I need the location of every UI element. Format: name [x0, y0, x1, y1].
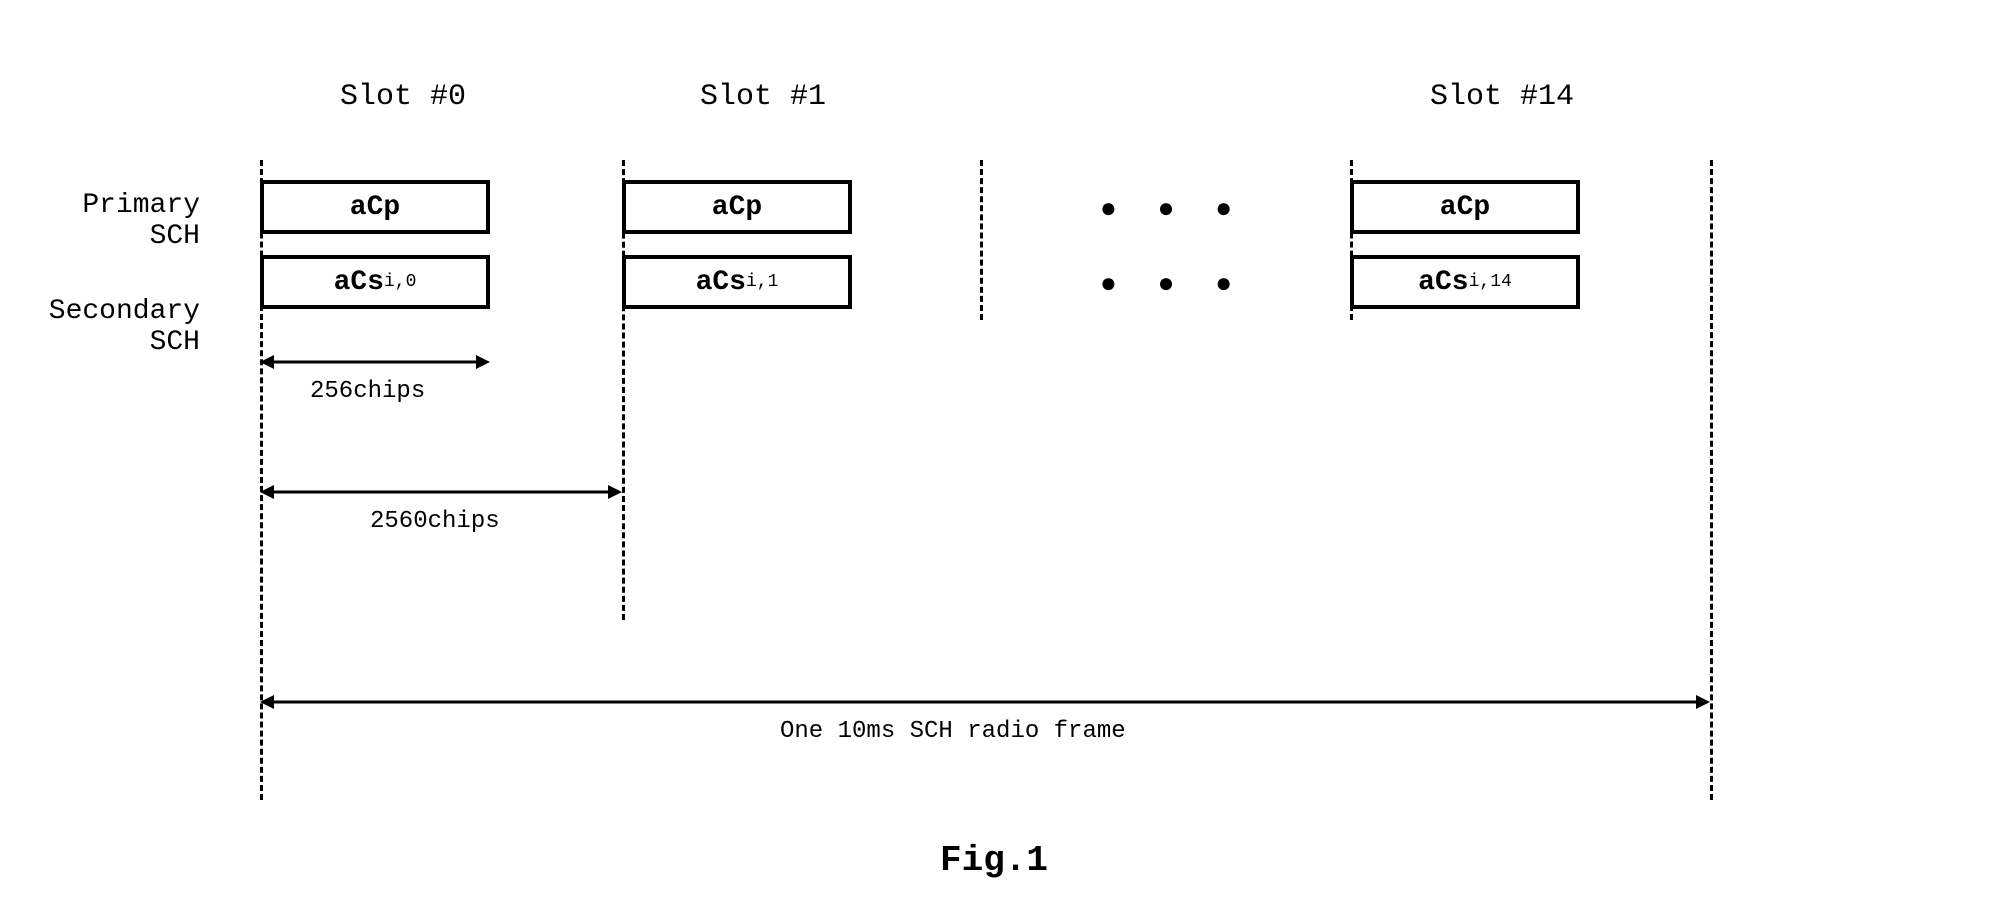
row-labels: Primary SCH Secondary SCH	[20, 190, 200, 402]
arrow-2560chips	[260, 480, 622, 509]
dashed-line-slot1-end	[980, 160, 983, 320]
primary-sch-slot1-value: aCp	[712, 192, 762, 223]
arrow-frame	[260, 690, 1710, 719]
primary-sch-slot14-box: aCp	[1350, 180, 1580, 234]
dashed-line-end	[1710, 160, 1713, 800]
double-arrow-icon	[260, 690, 1710, 714]
secondary-sch-slot14-prefix: aCs	[1418, 267, 1468, 298]
label-256chips: 256chips	[310, 378, 425, 405]
primary-sch-slot0-box: aCp	[260, 180, 490, 234]
primary-sch-slot1-box: aCp	[622, 180, 852, 234]
primary-sch-label: Primary SCH	[20, 190, 200, 252]
secondary-sch-slot14-suffix: i,14	[1469, 272, 1512, 292]
figure-caption: Fig.1	[940, 840, 1048, 881]
secondary-sch-slot14-box: aCs i,14	[1350, 255, 1580, 309]
slot-1-header: Slot #1	[700, 80, 826, 114]
arrow-256chips	[260, 350, 490, 379]
ellipsis-primary: ● ● ●	[1100, 195, 1244, 226]
primary-sch-slot14-value: aCp	[1440, 192, 1490, 223]
double-arrow-icon	[260, 480, 622, 504]
double-arrow-icon	[260, 350, 490, 374]
slot-0-header: Slot #0	[340, 80, 466, 114]
primary-sch-slot0-value: aCp	[350, 192, 400, 223]
secondary-sch-slot1-prefix: aCs	[696, 267, 746, 298]
secondary-sch-slot1-box: aCs i,1	[622, 255, 852, 309]
secondary-sch-slot0-box: aCs i,0	[260, 255, 490, 309]
secondary-sch-slot0-suffix: i,0	[384, 272, 416, 292]
secondary-sch-slot1-suffix: i,1	[746, 272, 778, 292]
slot-14-header: Slot #14	[1430, 80, 1574, 114]
secondary-sch-slot0-prefix: aCs	[334, 267, 384, 298]
ellipsis-secondary: ● ● ●	[1100, 270, 1244, 301]
label-frame: One 10ms SCH radio frame	[780, 718, 1126, 745]
label-2560chips: 2560chips	[370, 508, 500, 535]
secondary-sch-label: Secondary SCH	[20, 296, 200, 358]
